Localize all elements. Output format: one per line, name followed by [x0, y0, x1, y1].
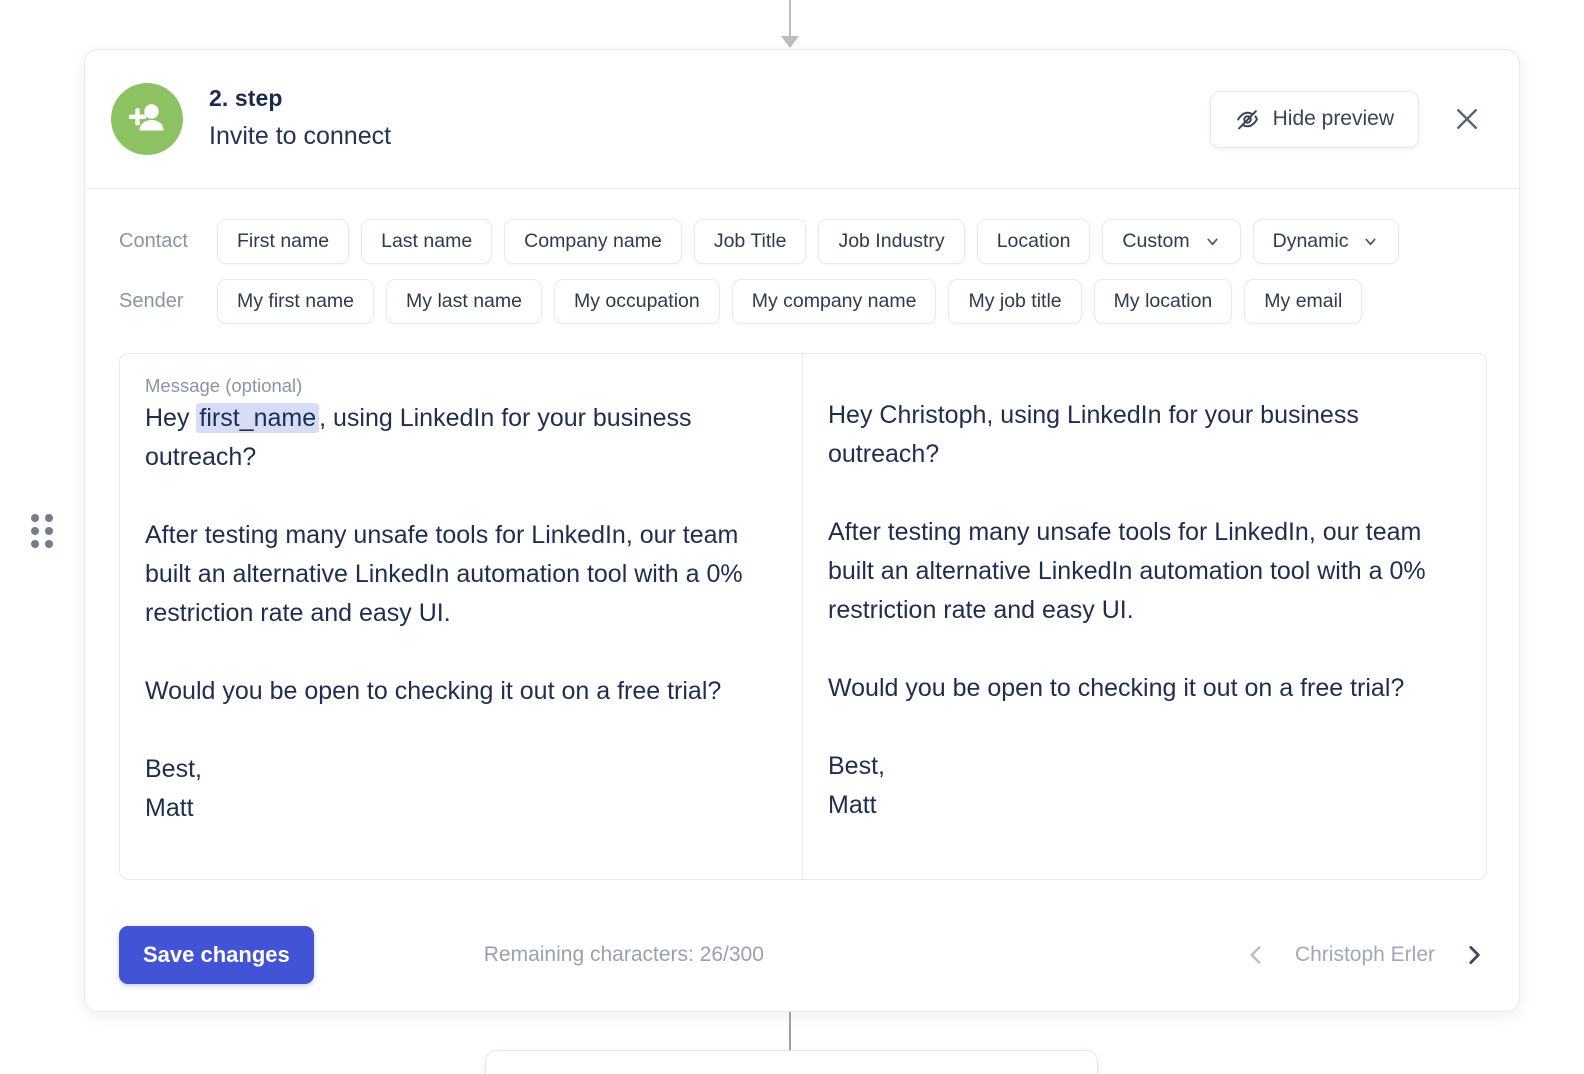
- step-card-body: Contact First name Last name Company nam…: [85, 189, 1519, 899]
- step-card-footer: Save changes Remaining characters: 26/30…: [85, 899, 1519, 1011]
- chevron-right-icon: [1461, 946, 1487, 971]
- workflow-canvas: 2. step Invite to connect Hide preview C…: [0, 0, 1584, 1074]
- message-field-label: Message (optional): [145, 375, 303, 396]
- message-editor-preview: Message (optional) Hey first_name, using…: [119, 353, 1487, 880]
- chip-label: Dynamic: [1272, 230, 1349, 252]
- sender-variables-row: Sender My first name My last name My occ…: [119, 279, 1487, 324]
- chip-label: My first name: [237, 290, 355, 312]
- step-card-header: 2. step Invite to connect Hide preview: [85, 50, 1519, 189]
- character-counter: Remaining characters: 26/300: [483, 943, 764, 966]
- chip-label: Last name: [381, 230, 473, 252]
- chip-label: My company name: [751, 290, 917, 312]
- chip-first-name[interactable]: First name: [217, 219, 350, 264]
- chip-my-job-title[interactable]: My job title: [948, 279, 1082, 324]
- chip-last-name[interactable]: Last name: [361, 219, 493, 264]
- eye-off-icon: [1235, 107, 1260, 132]
- close-icon: [1452, 104, 1482, 134]
- chip-my-last-name[interactable]: My last name: [386, 279, 542, 324]
- chip-location[interactable]: Location: [976, 219, 1091, 264]
- chip-label: Custom: [1122, 230, 1190, 252]
- save-changes-button[interactable]: Save changes: [119, 926, 314, 984]
- chip-label: My last name: [406, 290, 522, 312]
- pager-next-button[interactable]: [1461, 942, 1487, 968]
- chip-label: Company name: [524, 230, 662, 252]
- close-button[interactable]: [1447, 99, 1487, 139]
- connector-arrow-down-icon: [781, 36, 799, 48]
- sender-row-label: Sender: [119, 290, 184, 312]
- drag-dot: [31, 514, 39, 522]
- step-title-group: 2. step Invite to connect: [209, 84, 1210, 154]
- chip-custom-dropdown[interactable]: Custom: [1102, 219, 1241, 264]
- preview-contact-pager: Christoph Erler: [1243, 942, 1487, 968]
- chip-my-location[interactable]: My location: [1093, 279, 1233, 324]
- connector-line-bottom: [789, 1012, 791, 1052]
- drag-handle[interactable]: [31, 514, 53, 548]
- chip-job-industry[interactable]: Job Industry: [818, 219, 965, 264]
- chip-job-title[interactable]: Job Title: [693, 219, 807, 264]
- contact-row-label: Contact: [119, 230, 188, 252]
- chip-label: First name: [237, 230, 330, 252]
- hide-preview-button[interactable]: Hide preview: [1209, 90, 1419, 148]
- chevron-down-icon: [1362, 233, 1379, 250]
- chip-label: My email: [1264, 290, 1343, 312]
- chevron-down-icon: [1204, 233, 1221, 250]
- chip-my-email[interactable]: My email: [1244, 279, 1363, 324]
- drag-dot: [45, 514, 53, 522]
- step-index-label: 2. step: [209, 85, 283, 112]
- chip-dynamic-dropdown[interactable]: Dynamic: [1252, 219, 1400, 264]
- chip-label: Job Industry: [838, 230, 945, 252]
- next-step-card[interactable]: [485, 1050, 1098, 1074]
- chip-company-name[interactable]: Company name: [504, 219, 682, 264]
- message-text-after: , using LinkedIn for your business outre…: [145, 404, 743, 822]
- pager-prev-button[interactable]: [1243, 942, 1269, 968]
- chip-label: My job title: [968, 290, 1062, 312]
- person-add-icon: [111, 83, 183, 155]
- chip-my-company-name[interactable]: My company name: [731, 279, 937, 324]
- drag-dot: [45, 527, 53, 535]
- chevron-left-icon: [1243, 946, 1269, 971]
- drag-dot: [31, 527, 39, 535]
- drag-dot: [31, 540, 39, 548]
- chip-label: Job Title: [713, 230, 787, 252]
- chip-label: My occupation: [573, 290, 700, 312]
- chip-my-first-name[interactable]: My first name: [217, 279, 375, 324]
- hide-preview-label: Hide preview: [1272, 107, 1394, 130]
- preview-message-text: Hey Christoph, using LinkedIn for your b…: [828, 401, 1426, 819]
- contact-variables-row: Contact First name Last name Company nam…: [119, 219, 1487, 264]
- message-input[interactable]: Hey first_name, using LinkedIn for your …: [145, 399, 776, 828]
- pager-contact-name: Christoph Erler: [1294, 943, 1435, 966]
- chip-my-occupation[interactable]: My occupation: [553, 279, 720, 324]
- step-name-label: Invite to connect: [209, 122, 392, 151]
- drag-dot: [45, 540, 53, 548]
- step-card: 2. step Invite to connect Hide preview C…: [84, 49, 1520, 1012]
- message-text-before: Hey: [145, 404, 197, 432]
- connector-line-top: [789, 0, 791, 40]
- variable-token-first-name[interactable]: first_name: [196, 403, 320, 433]
- chip-label: My location: [1113, 290, 1213, 312]
- message-preview-pane: Hey Christoph, using LinkedIn for your b…: [803, 354, 1486, 879]
- chip-label: Location: [996, 230, 1071, 252]
- message-editor-pane[interactable]: Message (optional) Hey first_name, using…: [120, 354, 803, 879]
